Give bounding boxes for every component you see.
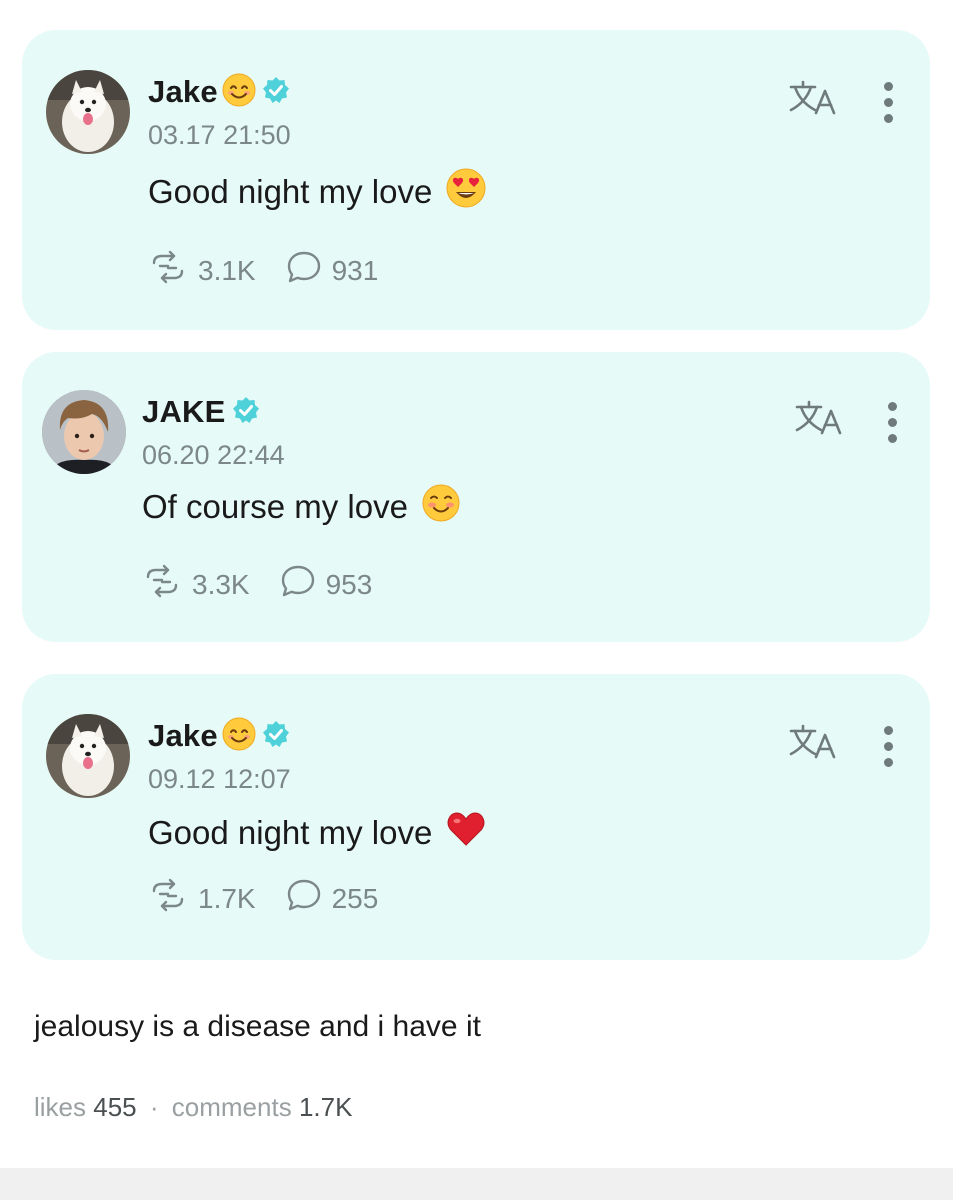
repost-icon[interactable] — [148, 878, 188, 919]
more-options-icon[interactable] — [888, 402, 898, 450]
author-name[interactable]: Jake — [148, 74, 218, 110]
comment-count: 953 — [325, 568, 373, 600]
repost-count: 3.3K — [192, 568, 250, 600]
likes-count: 455 — [93, 1092, 137, 1122]
post-timestamp: 03.17 21:50 — [148, 120, 291, 150]
bottom-bar — [0, 1168, 953, 1200]
post-text: Good night my love — [148, 173, 433, 210]
heart-eyes-icon — [446, 168, 486, 216]
post-text: Of course my love — [142, 488, 408, 525]
avatar[interactable] — [42, 390, 126, 474]
more-options-icon[interactable] — [884, 82, 894, 130]
verified-badge-icon — [262, 720, 290, 753]
author-name[interactable]: JAKE — [142, 394, 226, 430]
repost-icon[interactable] — [148, 250, 188, 291]
translate-icon[interactable] — [794, 400, 844, 441]
post-card[interactable]: JAKE 06.20 22:44 Of course my love 3.3K … — [22, 352, 930, 642]
comment-icon[interactable] — [286, 250, 322, 291]
comments-count: 1.7K — [298, 1092, 353, 1122]
post-text: Good night my love — [148, 814, 433, 851]
translate-icon[interactable] — [788, 80, 838, 121]
repost-count: 1.7K — [198, 882, 256, 914]
likes-label[interactable]: likes — [34, 1092, 86, 1122]
comment-icon[interactable] — [280, 564, 316, 605]
post-timestamp: 06.20 22:44 — [142, 440, 285, 470]
blushing-smile-icon — [422, 484, 460, 530]
more-options-icon[interactable] — [884, 726, 894, 774]
author-name[interactable]: Jake — [148, 718, 218, 754]
red-heart-icon — [446, 810, 486, 856]
verified-badge-icon — [262, 76, 290, 109]
verified-badge-icon — [232, 396, 260, 429]
comments-label[interactable]: comments — [172, 1092, 292, 1122]
translate-icon[interactable] — [788, 724, 838, 765]
comment-icon[interactable] — [286, 878, 322, 919]
meta-separator: · — [149, 1092, 159, 1122]
comment-count: 931 — [331, 254, 379, 286]
post-card[interactable]: Jake 03.17 21:50 Good night my love 3.1K… — [22, 30, 930, 330]
post-timestamp: 09.12 12:07 — [148, 764, 291, 794]
smiling-face-icon — [222, 717, 256, 756]
smiling-face-icon — [222, 73, 256, 112]
post-card[interactable]: Jake 09.12 12:07 Good night my love 1.7K… — [22, 674, 930, 960]
post-meta: likes 455 · comments 1.7K — [34, 1092, 352, 1123]
post-caption: jealousy is a disease and i have it — [34, 1010, 481, 1043]
repost-count: 3.1K — [198, 254, 256, 286]
avatar[interactable] — [46, 70, 130, 154]
comment-count: 255 — [331, 882, 379, 914]
repost-icon[interactable] — [142, 564, 182, 605]
avatar[interactable] — [46, 714, 130, 798]
